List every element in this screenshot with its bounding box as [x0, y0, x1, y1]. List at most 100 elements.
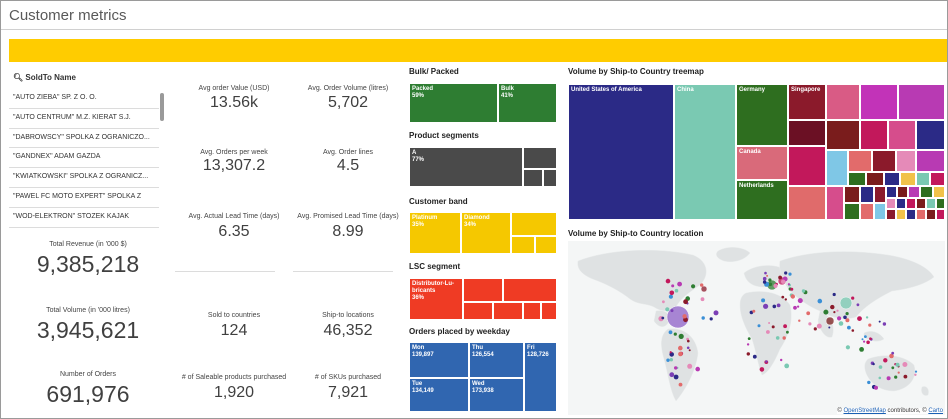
cell-tue[interactable]: Tue 134,149: [409, 378, 469, 412]
cell[interactable]: [463, 302, 493, 320]
cell[interactable]: [511, 212, 557, 236]
bulk-packed-chart[interactable]: Packed 59% Bulk 41%: [409, 83, 557, 123]
map-bubble[interactable]: [839, 296, 853, 310]
map-bubble[interactable]: [790, 287, 794, 291]
cell[interactable]: [493, 302, 523, 320]
list-item[interactable]: "AUTO ZIEBA" SP. Z O. O.: [9, 89, 159, 109]
map-bubble[interactable]: [857, 316, 862, 321]
treemap-cell[interactable]: [926, 198, 936, 209]
treemap-cell[interactable]: [872, 150, 896, 172]
map-bubble[interactable]: [671, 284, 675, 288]
cell-fri[interactable]: Fri 128,726: [524, 342, 557, 412]
treemap-cell[interactable]: [848, 172, 866, 186]
map-bubble[interactable]: [763, 303, 769, 309]
map-bubble[interactable]: [775, 336, 780, 340]
map-bubble[interactable]: [891, 366, 895, 370]
map-bubble[interactable]: [673, 332, 677, 336]
map-bubble[interactable]: [669, 290, 675, 296]
map-bubble[interactable]: [845, 345, 850, 350]
map-bubble[interactable]: [678, 351, 683, 357]
map-bubble[interactable]: [816, 323, 822, 329]
map-bubble[interactable]: [700, 297, 705, 302]
map-bubble[interactable]: [674, 288, 679, 293]
map-bubble[interactable]: [801, 289, 806, 293]
map-bubble[interactable]: [673, 374, 679, 380]
treemap-cell[interactable]: [916, 198, 926, 209]
map-bubble[interactable]: [878, 365, 883, 369]
map-bubble[interactable]: [891, 351, 895, 355]
map-bubble[interactable]: [883, 358, 888, 363]
map-bubble[interactable]: [747, 337, 751, 340]
map-bubble[interactable]: [784, 298, 787, 301]
map-bubble[interactable]: [771, 325, 775, 329]
map-bubble[interactable]: [783, 324, 787, 329]
map-bubble[interactable]: [678, 345, 683, 351]
map-bubble[interactable]: [665, 307, 670, 312]
map-bubble[interactable]: [687, 363, 693, 369]
map-bubble[interactable]: [670, 309, 674, 313]
treemap-cell[interactable]: [930, 172, 945, 186]
map-bubble[interactable]: [878, 376, 882, 380]
map-bubble[interactable]: [808, 322, 812, 326]
map-bubble[interactable]: [757, 324, 761, 328]
map-bubble[interactable]: [878, 320, 881, 323]
treemap-cell[interactable]: [916, 150, 945, 172]
map-bubble[interactable]: [781, 279, 786, 284]
map-bubble[interactable]: [766, 274, 769, 277]
cell-packed[interactable]: Packed 59%: [409, 83, 498, 123]
treemap-cell[interactable]: [897, 186, 908, 198]
treemap-cell[interactable]: [933, 186, 945, 198]
map-bubble[interactable]: [762, 280, 767, 284]
list-item[interactable]: "PAWEL FC MOTO EXPERT" SPOLKA Z: [9, 188, 159, 208]
map-bubble[interactable]: [861, 338, 864, 341]
map-bubble[interactable]: [872, 362, 875, 366]
cell-platinum[interactable]: Platinum 35%: [409, 212, 461, 254]
map-bubble[interactable]: [828, 326, 831, 329]
treemap-cell-china[interactable]: China: [674, 84, 736, 220]
map-bubble[interactable]: [768, 278, 772, 282]
map-bubble[interactable]: [752, 354, 757, 359]
map-bubble[interactable]: [688, 349, 691, 352]
treemap-cell[interactable]: [886, 186, 897, 198]
treemap-cell[interactable]: [886, 198, 896, 209]
map-bubble[interactable]: [790, 294, 795, 299]
map-bubble[interactable]: [914, 370, 918, 373]
map-bubble[interactable]: [665, 278, 671, 284]
cell[interactable]: [543, 169, 557, 187]
treemap-cell[interactable]: [844, 186, 860, 203]
treemap-cell[interactable]: [860, 203, 874, 220]
list-item[interactable]: "DABROWSCY" SPOLKA Z OGRANICZO...: [9, 129, 159, 149]
treemap-cell[interactable]: [866, 172, 884, 186]
map-bubble[interactable]: [746, 343, 750, 346]
map-bubble[interactable]: [782, 336, 786, 340]
map-bubble[interactable]: [691, 284, 696, 289]
map-bubble[interactable]: [847, 325, 851, 330]
map-bubble[interactable]: [661, 316, 665, 320]
cell[interactable]: [523, 147, 557, 169]
map-bubble[interactable]: [669, 351, 672, 354]
map-bubble[interactable]: [761, 298, 766, 303]
map-bubble[interactable]: [766, 330, 770, 334]
treemap-cell[interactable]: [896, 209, 906, 220]
cell[interactable]: [523, 169, 543, 187]
map-bubble[interactable]: [772, 304, 777, 309]
map-bubble[interactable]: [695, 366, 700, 372]
treemap-cell[interactable]: [860, 84, 898, 120]
map-bubble[interactable]: [817, 298, 823, 304]
treemap-cell[interactable]: [900, 172, 916, 186]
treemap-cell[interactable]: [920, 186, 933, 198]
treemap-cell[interactable]: [896, 198, 906, 209]
map-bubble[interactable]: [669, 372, 675, 378]
cell-thu[interactable]: Thu 126,554: [469, 342, 524, 378]
map-bubble[interactable]: [867, 380, 871, 385]
map-bubble[interactable]: [683, 299, 688, 305]
cell-wed[interactable]: Wed 173,938: [469, 378, 524, 412]
map-bubble[interactable]: [759, 367, 765, 372]
map-bubble[interactable]: [764, 271, 767, 275]
map-bubble[interactable]: [677, 281, 682, 287]
map-bubble[interactable]: [709, 317, 713, 321]
treemap-cell[interactable]: [826, 84, 860, 120]
soldto-list[interactable]: "AUTO ZIEBA" SP. Z O. O. "AUTO CENTRUM" …: [9, 89, 167, 228]
map-bubble[interactable]: [797, 298, 803, 304]
map-bubble[interactable]: [863, 340, 866, 343]
